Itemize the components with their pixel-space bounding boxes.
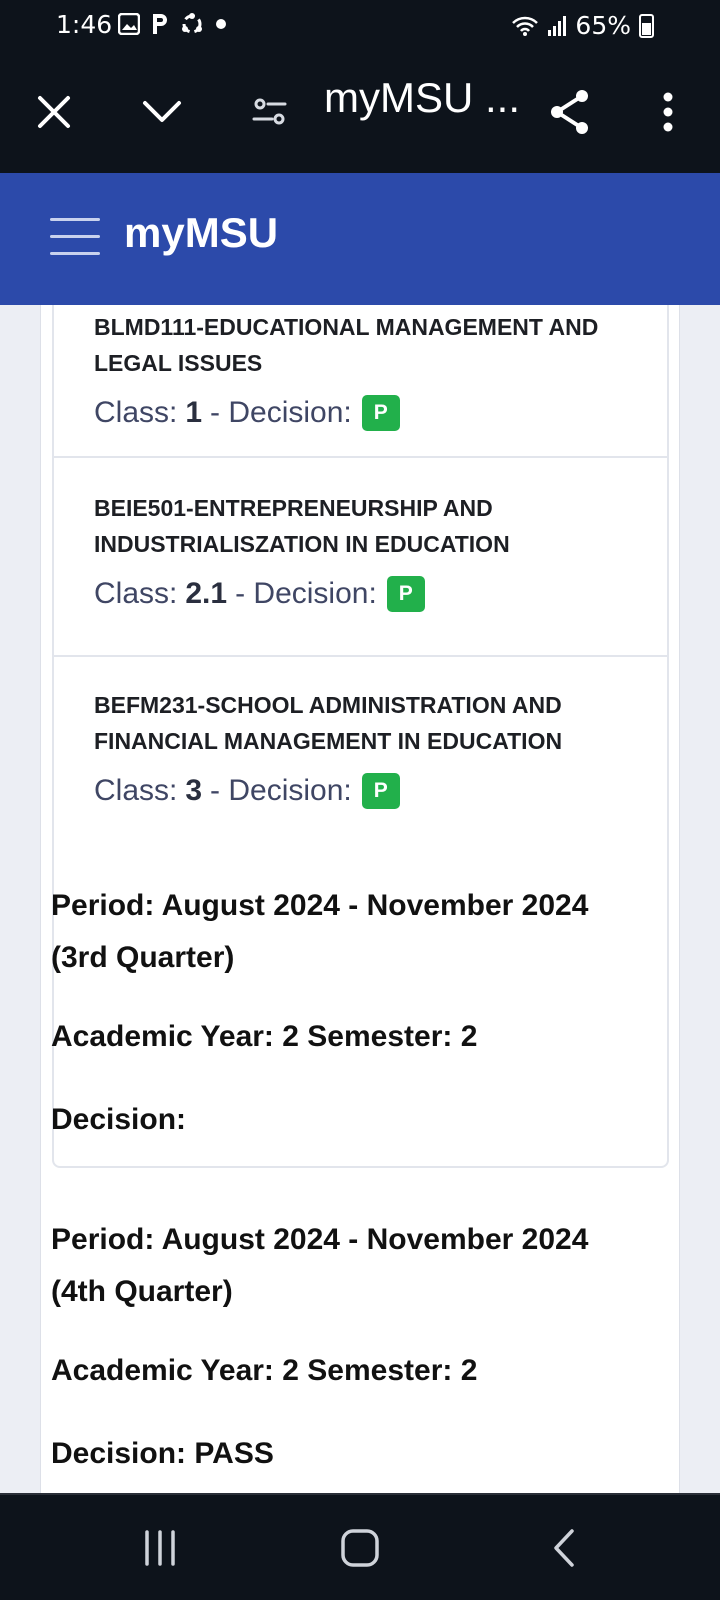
decision-badge: P — [386, 576, 425, 612]
battery-icon — [639, 13, 654, 38]
course-item: BEIE501-ENTREPRENEURSHIP AND INDUSTRIALI… — [54, 456, 667, 655]
dot-icon — [216, 19, 226, 29]
decision-badge: P — [361, 395, 400, 431]
decision-label: - Decision: — [210, 396, 352, 429]
period-decision: Decision: PASS — [51, 1437, 274, 1470]
battery-percent: 65% — [575, 11, 631, 40]
browser-page-title: myMSU ... — [324, 74, 520, 121]
course-item: BLMD111-EDUCATIONAL MANAGEMENT AND LEGAL… — [54, 305, 667, 456]
browser-toolbar: myMSU ... — [0, 54, 720, 173]
class-label: Class: — [94, 774, 178, 807]
gallery-icon — [118, 13, 140, 35]
results-content[interactable]: BLMD111-EDUCATIONAL MANAGEMENT AND LEGAL… — [40, 305, 680, 1493]
p-icon — [153, 14, 167, 34]
system-nav-bar — [0, 1493, 720, 1600]
course-item: BEFM231-SCHOOL ADMINISTRATION AND FINANC… — [54, 655, 667, 850]
hamburger-menu-icon[interactable] — [50, 218, 100, 256]
period-heading: Period: August 2024 - November 2024 — [51, 889, 589, 922]
class-value: 3 — [185, 774, 203, 807]
class-value: 1 — [185, 396, 203, 429]
recent-apps-icon[interactable] — [130, 1523, 190, 1573]
course-result-line: Class: 1 - Decision: P — [94, 395, 667, 431]
wifi-icon — [512, 16, 539, 36]
course-result-line: Class: 3 - Decision: P — [94, 773, 667, 809]
course-name: BEIE501-ENTREPRENEURSHIP AND INDUSTRIALI… — [94, 495, 510, 557]
page-settings-icon[interactable] — [240, 82, 300, 142]
signal-icon — [548, 15, 567, 36]
app-title: myMSU — [124, 209, 279, 256]
decision-label: - Decision: — [235, 577, 377, 610]
period-quarter: (3rd Quarter) — [51, 941, 235, 974]
class-label: Class: — [94, 396, 178, 429]
course-result-line: Class: 2.1 - Decision: P — [94, 576, 667, 612]
decision-badge: P — [361, 773, 400, 809]
period-decision: Decision: — [51, 1103, 187, 1136]
status-icons-left — [118, 12, 228, 36]
course-name: BLMD111-EDUCATIONAL MANAGEMENT AND LEGAL… — [94, 314, 599, 376]
home-icon[interactable] — [330, 1523, 390, 1573]
more-options-icon[interactable] — [638, 82, 698, 142]
status-right: 65% — [511, 11, 654, 40]
period-quarter: (4th Quarter) — [51, 1275, 233, 1308]
status-bar: 1:46 65% — [0, 0, 720, 54]
close-icon[interactable] — [24, 82, 84, 142]
status-time: 1:46 — [56, 10, 113, 39]
academic-year-semester: Academic Year: 2 Semester: 2 — [51, 1354, 478, 1387]
academic-year-semester: Academic Year: 2 Semester: 2 — [51, 1020, 478, 1053]
chevron-down-icon[interactable] — [132, 82, 192, 142]
decision-label: - Decision: — [210, 774, 352, 807]
sync-icon — [182, 13, 202, 34]
course-name: BEFM231-SCHOOL ADMINISTRATION AND FINANC… — [94, 692, 563, 754]
share-icon[interactable] — [540, 82, 600, 142]
app-header: myMSU — [0, 173, 720, 305]
class-label: Class: — [94, 577, 178, 610]
class-value: 2.1 — [185, 577, 228, 610]
back-icon[interactable] — [534, 1523, 594, 1573]
period-heading: Period: August 2024 - November 2024 — [51, 1223, 589, 1256]
